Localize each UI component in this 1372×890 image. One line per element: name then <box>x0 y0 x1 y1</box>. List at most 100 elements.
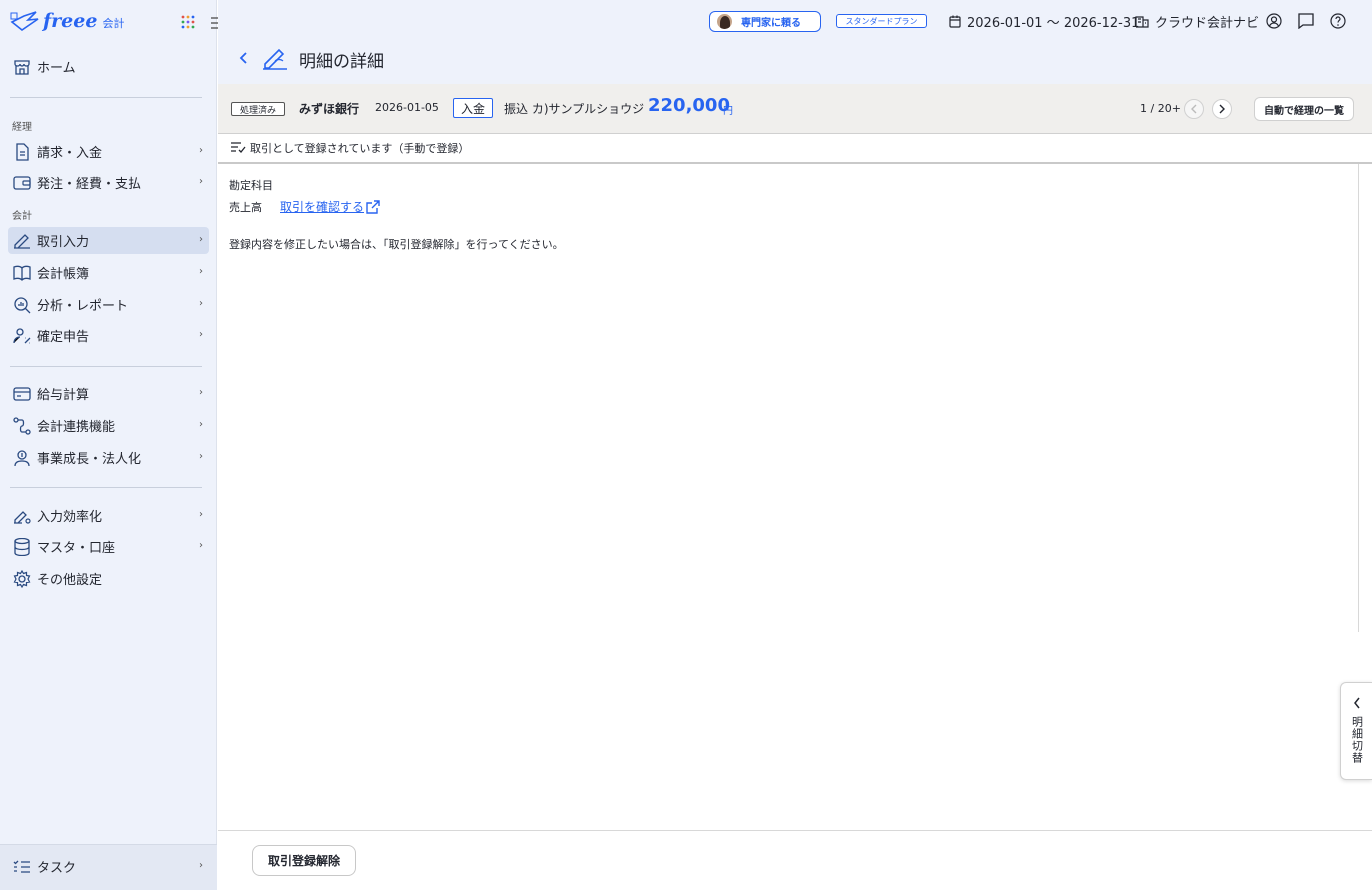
chevron-right-icon: › <box>199 509 203 520</box>
calendar-icon <box>949 15 961 28</box>
next-statement-button[interactable] <box>1212 99 1232 119</box>
chevron-right-icon: › <box>199 860 203 871</box>
statement-description: 振込 カ)サンプルショウジ <box>504 102 645 116</box>
analysis-icon <box>13 296 31 314</box>
checklist-icon <box>13 858 31 876</box>
sidebar: freee 会計 ホーム 経理 請求・入金 › 発注・経費・支払 › 会計 取引… <box>0 0 226 890</box>
statement-switch-label: 明細切替 <box>1350 716 1364 764</box>
sidebar-item-tax-return[interactable]: 確定申告 › <box>8 322 209 349</box>
sidebar-item-invoice[interactable]: 請求・入金 › <box>8 138 209 165</box>
sidebar-item-label: 取引入力 <box>37 235 90 250</box>
chevron-right-icon: › <box>199 298 203 309</box>
pen-icon <box>261 46 289 72</box>
sidebar-item-label: マスタ・口座 <box>37 541 116 556</box>
detail-content <box>218 164 1359 632</box>
sidebar-item-label: 分析・レポート <box>37 299 129 314</box>
wallet-icon <box>13 174 31 192</box>
chevron-right-icon: › <box>199 176 203 187</box>
building-icon <box>1135 15 1149 28</box>
accounting-navi-text: クラウド会計ナビ <box>1155 15 1260 31</box>
help-icon[interactable] <box>1329 12 1347 30</box>
unregister-note: 登録内容を修正したい場合は、「取引登録解除」を行ってください。 <box>229 238 564 251</box>
accounting-navi-link[interactable]: クラウド会計ナビ <box>1135 12 1260 31</box>
page-title: 明細の詳細 <box>299 52 384 72</box>
chat-icon[interactable] <box>1297 12 1315 30</box>
chevron-right-icon: › <box>199 540 203 551</box>
sidebar-item-settings[interactable]: その他設定 <box>8 565 209 592</box>
sidebar-item-expenses[interactable]: 発注・経費・支払 › <box>8 169 209 196</box>
sidebar-item-label: ホーム <box>37 61 76 76</box>
currency-unit: 円 <box>723 106 733 117</box>
sidebar-item-payroll[interactable]: 給与計算 › <box>8 380 209 407</box>
pen-icon <box>13 232 31 250</box>
chevron-right-icon: › <box>199 266 203 277</box>
expert-avatar <box>716 13 733 30</box>
freee-logo[interactable]: freee 会計 <box>10 10 124 32</box>
divider <box>10 366 202 367</box>
confirm-transaction-link[interactable]: 取引を確認する <box>280 198 380 215</box>
sidebar-item-reports[interactable]: 分析・レポート › <box>8 291 209 318</box>
sidebar-item-label: 給与計算 <box>37 388 90 403</box>
sidebar-item-efficiency[interactable]: 入力効率化 › <box>8 502 209 529</box>
chevron-right-icon: › <box>199 419 203 430</box>
brand-name: freee <box>43 10 98 32</box>
sidebar-item-ledger[interactable]: 会計帳簿 › <box>8 259 209 286</box>
sidebar-item-home[interactable]: ホーム <box>8 53 209 80</box>
registration-status-text: 取引として登録されています（手動で登録） <box>250 142 470 155</box>
pager-count: 1 / 20+ <box>1140 102 1181 115</box>
external-link-icon <box>366 199 380 214</box>
chevron-left-icon <box>1353 697 1361 712</box>
sidebar-item-label: 発注・経費・支払 <box>37 177 142 192</box>
card-icon <box>13 385 31 403</box>
sidebar-item-tasks[interactable]: タスク › <box>8 853 209 880</box>
sidebar-item-growth[interactable]: 事業成長・法人化 › <box>8 444 209 471</box>
link-nodes-icon <box>13 416 31 435</box>
auto-accounting-list-button[interactable]: 自動で経理の一覧 <box>1254 97 1354 121</box>
sidebar-item-label: 会計帳簿 <box>37 267 90 282</box>
growth-icon <box>13 449 31 467</box>
chevron-right-icon: › <box>199 145 203 156</box>
account-icon[interactable] <box>1265 12 1283 30</box>
book-icon <box>13 264 31 282</box>
unregister-transaction-button[interactable]: 取引登録解除 <box>252 845 356 876</box>
divider <box>10 97 202 98</box>
confirm-transaction-text: 取引を確認する <box>280 200 365 214</box>
sidebar-item-label: 会計連携機能 <box>37 420 116 435</box>
prev-statement-button[interactable] <box>1184 99 1204 119</box>
status-badge: 処理済み <box>231 102 285 116</box>
sidebar-item-integrations[interactable]: 会計連携機能 › <box>8 412 209 439</box>
list-check-icon <box>230 141 246 153</box>
chevron-right-icon <box>1219 104 1225 114</box>
sidebar-item-label: タスク <box>37 861 77 876</box>
apps-grid-icon[interactable] <box>178 12 198 32</box>
gear-icon <box>13 569 31 588</box>
account-value: 売上高 <box>229 201 262 214</box>
account-label: 勘定科目 <box>229 179 273 192</box>
plan-badge: スタンダードプラン <box>836 14 927 28</box>
divider <box>10 487 202 488</box>
section-label-kaikei: 会計 <box>12 211 32 222</box>
sidebar-item-label: 確定申告 <box>37 330 90 345</box>
document-icon <box>13 142 31 161</box>
product-name: 会計 <box>102 17 125 30</box>
title-bar <box>218 42 1372 84</box>
pen-gear-icon <box>13 507 31 525</box>
statement-date: 2026-01-05 <box>375 101 439 114</box>
person-percent-icon <box>13 327 31 345</box>
section-label-keiri: 経理 <box>12 122 32 133</box>
fiscal-period-text: 2026-01-01 〜 2026-12-31 <box>967 15 1140 31</box>
chevron-right-icon: › <box>199 234 203 245</box>
expert-button-label: 専門家に頼る <box>741 18 801 29</box>
chevron-right-icon: › <box>199 329 203 340</box>
sidebar-item-label: 入力効率化 <box>37 510 103 525</box>
sidebar-item-label: その他設定 <box>37 573 103 588</box>
sidebar-item-master[interactable]: マスタ・口座 › <box>8 533 209 560</box>
sidebar-item-label: 請求・入金 <box>37 146 103 161</box>
back-chevron-icon[interactable] <box>236 49 252 67</box>
fiscal-period[interactable]: 2026-01-01 〜 2026-12-31 <box>949 12 1140 31</box>
logo-row: freee 会計 <box>10 10 226 36</box>
statement-switch-tab[interactable]: 明細切替 <box>1340 682 1372 780</box>
sidebar-item-transactions[interactable]: 取引入力 › <box>8 227 209 254</box>
expert-button[interactable]: 専門家に頼る <box>709 11 821 32</box>
sidebar-footer: タスク › <box>0 844 217 890</box>
